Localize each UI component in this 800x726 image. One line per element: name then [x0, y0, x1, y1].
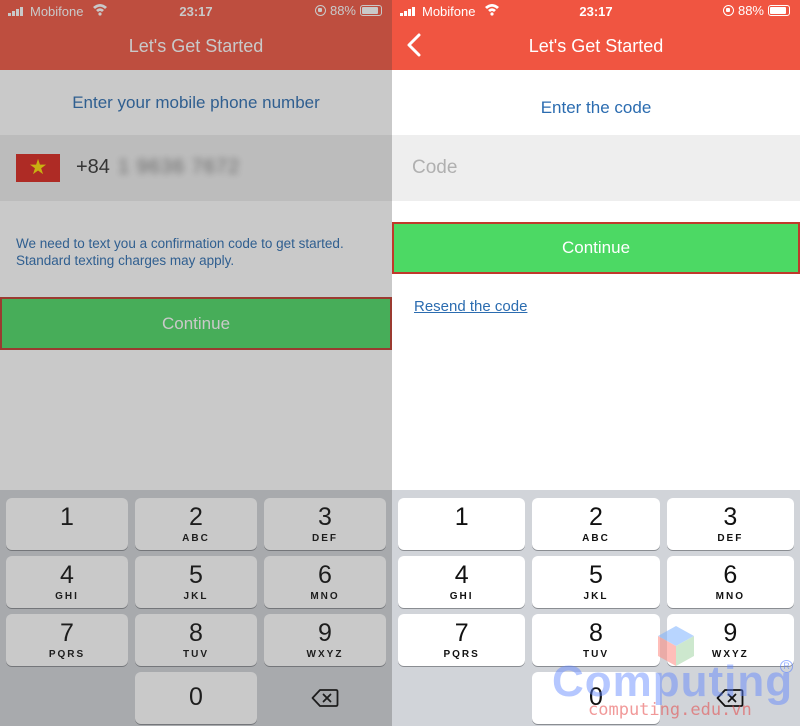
key-digit: 5 — [189, 561, 203, 589]
key-digit: 2 — [589, 503, 603, 531]
key-letters: ABC — [182, 533, 210, 544]
key-digit: 9 — [318, 619, 332, 647]
key-digit: 4 — [60, 561, 74, 589]
sms-notice: We need to text you a confirmation code … — [16, 236, 344, 268]
key-letters: WXYZ — [711, 649, 749, 660]
key-4[interactable]: 4 GHI — [6, 556, 128, 608]
battery-percent: 88% — [737, 3, 764, 18]
key-7[interactable]: 7 PQRS — [6, 614, 128, 666]
backspace-icon — [716, 689, 744, 707]
country-code: +84 — [76, 156, 110, 178]
key-digit: 5 — [589, 561, 603, 589]
key-0[interactable]: 0 — [532, 672, 660, 724]
phone-input-row: ★ +84 1 9636 7672 — [0, 135, 392, 201]
key-digit: 6 — [723, 561, 738, 589]
key-1[interactable]: 1 — [6, 498, 128, 550]
code-input-row — [392, 135, 800, 201]
battery-icon — [360, 5, 382, 16]
key-digit: 0 — [189, 683, 203, 711]
key-letters: DEF — [717, 533, 744, 544]
key-letters: JKL — [583, 591, 609, 602]
page-title: Let's Get Started — [128, 36, 264, 56]
header-bar: Mobifone 23:17 88% Let's Get Started — [392, 0, 800, 70]
key-1[interactable]: 1 — [398, 498, 526, 550]
continue-button[interactable]: Continue — [392, 222, 800, 274]
phone-number-value: 1 9636 7672 — [118, 156, 241, 178]
key-letters: MNO — [310, 591, 340, 602]
key-letters: PQRS — [443, 649, 480, 660]
code-prompt: Enter the code — [540, 98, 652, 117]
battery-icon — [768, 5, 790, 16]
key-letters: ABC — [582, 533, 610, 544]
key-digit: 3 — [723, 503, 738, 531]
key-digit: 2 — [189, 503, 203, 531]
key-3[interactable]: 3 DEF — [264, 498, 386, 550]
numeric-keypad: 1 2 ABC 3 DEF 4 GHI 5 JKL 6 MNO 7 PQRS 8 TUV 9 WXYZ 0 — [0, 490, 392, 726]
delete-key[interactable] — [264, 672, 386, 724]
key-letters: JKL — [183, 591, 209, 602]
page-title: Let's Get Started — [528, 36, 664, 56]
vietnam-flag-icon[interactable]: ★ — [16, 154, 60, 182]
key-letters: WXYZ — [306, 649, 344, 660]
key-9[interactable]: 9 WXYZ — [264, 614, 386, 666]
key-digit: 1 — [454, 503, 469, 531]
key-digit: 7 — [454, 619, 469, 647]
phone-number-field[interactable]: 1 9636 7672 — [112, 145, 382, 191]
key-digit: 6 — [318, 561, 332, 589]
status-bar: Mobifone 23:17 88% — [392, 0, 800, 22]
key-2[interactable]: 2 ABC — [135, 498, 257, 550]
key-8[interactable]: 8 TUV — [135, 614, 257, 666]
orientation-lock-icon — [314, 5, 326, 16]
key-9[interactable]: 9 WXYZ — [666, 614, 794, 666]
continue-button[interactable]: Continue — [0, 297, 392, 350]
key-0[interactable]: 0 — [135, 672, 257, 724]
key-digit: 0 — [589, 683, 603, 711]
phone-entry-screen: Mobifone 23:17 88% Let's Get Started Ent… — [0, 0, 392, 726]
key-digit: 3 — [318, 503, 332, 531]
status-bar: Mobifone 23:17 88% — [0, 0, 392, 22]
code-input[interactable] — [412, 149, 782, 187]
header-bar: Mobifone 23:17 88% Let's Get Started — [0, 0, 392, 70]
code-entry-screen: Mobifone 23:17 88% Let's Get Started Ent… — [392, 0, 800, 726]
key-digit: 4 — [454, 561, 469, 589]
key-digit: 1 — [60, 503, 74, 531]
key-4[interactable]: 4 GHI — [398, 556, 526, 608]
key-digit: 8 — [189, 619, 203, 647]
orientation-lock-icon — [722, 5, 734, 16]
key-letters: GHI — [55, 591, 79, 602]
key-5[interactable]: 5 JKL — [135, 556, 257, 608]
key-letters: GHI — [449, 591, 474, 602]
key-2[interactable]: 2 ABC — [532, 498, 660, 550]
key-5[interactable]: 5 JKL — [532, 556, 660, 608]
key-letters: TUV — [183, 649, 209, 660]
key-6[interactable]: 6 MNO — [264, 556, 386, 608]
phone-prompt: Enter your mobile phone number — [72, 93, 320, 112]
key-digit: 8 — [589, 619, 603, 647]
key-letters: DEF — [312, 533, 338, 544]
key-8[interactable]: 8 TUV — [532, 614, 660, 666]
key-digit: 7 — [60, 619, 74, 647]
key-digit: 9 — [723, 619, 738, 647]
numeric-keypad: 1 2 ABC 3 DEF 4 GHI 5 JKL 6 MNO 7 PQRS 8 TUV 9 WXYZ 0 — [392, 490, 800, 726]
resend-code-link[interactable]: Resend the code — [414, 298, 527, 315]
delete-key[interactable] — [667, 672, 794, 724]
key-7[interactable]: 7 PQRS — [398, 614, 526, 666]
key-6[interactable]: 6 MNO — [666, 556, 794, 608]
battery-percent: 88% — [329, 3, 356, 18]
key-letters: MNO — [715, 591, 745, 602]
backspace-icon — [311, 689, 339, 707]
key-letters: PQRS — [48, 649, 86, 660]
key-3[interactable]: 3 DEF — [666, 498, 794, 550]
key-letters: TUV — [582, 649, 609, 660]
